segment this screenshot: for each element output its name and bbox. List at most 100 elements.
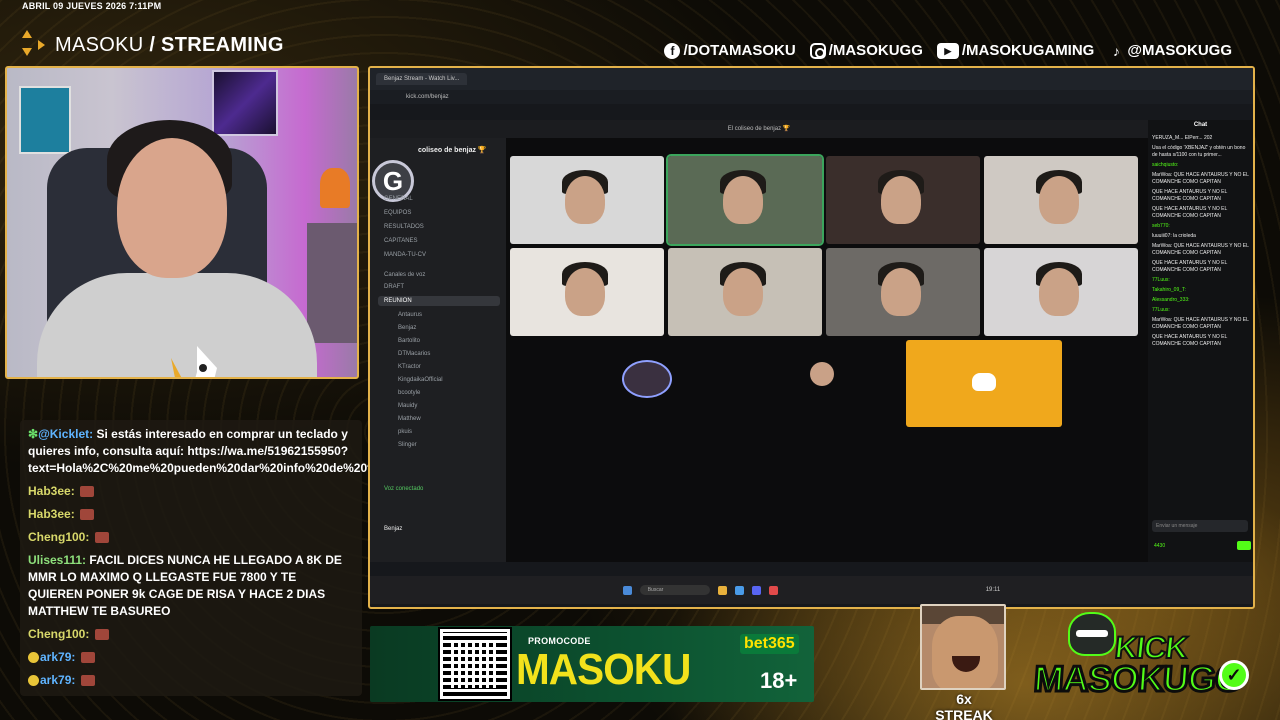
avatar[interactable]: [622, 360, 672, 398]
shelf: [307, 223, 357, 343]
promo-banner: PROMOCODE MASOKU bet365 18+: [370, 626, 814, 702]
ninja-mascot-icon: [1068, 612, 1116, 656]
chat-username: Hab3ee:: [28, 484, 75, 498]
social-instagram[interactable]: /MASOKUGG: [809, 42, 923, 59]
kick-chat-input[interactable]: Enviar un mensaje: [1152, 520, 1248, 532]
channel-resultados[interactable]: RESULTADOS: [384, 224, 424, 230]
qr-code: [438, 627, 512, 701]
chat-username: Ulises111:: [28, 553, 87, 567]
video-tile[interactable]: [826, 156, 980, 244]
kick-chat-line: saichqiusto:: [1152, 162, 1179, 168]
streak-label: 6x STREAK: [935, 691, 993, 720]
chat-username: Cheng100:: [28, 627, 90, 641]
video-tile[interactable]: [984, 248, 1138, 336]
chat-send-button[interactable]: [1237, 541, 1251, 550]
streamer-face: [117, 138, 227, 278]
kick-chat-header: Chat: [1193, 122, 1208, 128]
browser-tabbar: Benjaz Stream - Watch Liv...: [370, 68, 1253, 90]
taskbar-search[interactable]: Buscar: [639, 585, 710, 595]
date-time: ABRIL 09 JUEVES 2026 7:11PM: [22, 1, 162, 11]
kick-chat-panel: Chat YERUZA_M... ElPerr... 202 Usa el có…: [1148, 120, 1253, 562]
member-item[interactable]: Matthew: [398, 416, 421, 422]
emote-icon: [80, 486, 95, 498]
kick-chat-line: YERUZA_M... ElPerr... 202: [1152, 135, 1213, 141]
chat-message: Cheng100:: [28, 529, 354, 546]
address-bar[interactable]: kick.com/benjaz: [370, 90, 1253, 104]
member-item[interactable]: DTMacarios: [398, 351, 430, 357]
avatar[interactable]: [810, 362, 834, 386]
member-item[interactable]: Benjaz: [398, 325, 416, 331]
voice-channel-draft[interactable]: DRAFT: [384, 284, 404, 290]
channel-manda-tu-cv[interactable]: MANDA-TU-CV: [384, 252, 426, 258]
video-tile[interactable]: [510, 248, 664, 336]
social-links: f/DOTAMASOKU /MASOKUGG ▶/MASOKUGAMING ♪ @…: [664, 42, 1232, 59]
discord-title: El coliseo de benjaz 🏆: [370, 120, 1148, 138]
video-tile[interactable]: [666, 154, 824, 246]
voice-status: Voz conectado: [384, 486, 424, 492]
emote-icon: [80, 675, 95, 687]
bookmaker-name: bet365: [744, 635, 795, 652]
smiley-badge-icon: [28, 675, 39, 687]
kick-chat-line: Takahiro_09_T:: [1152, 287, 1186, 293]
chat-message: Hab3ee:: [28, 483, 354, 500]
member-item[interactable]: KingdaikaOfficial: [398, 377, 443, 383]
chat-username: ark79:: [40, 650, 76, 664]
member-item[interactable]: bcootyle: [398, 390, 420, 396]
verified-check-icon: ✓: [1219, 660, 1249, 690]
member-item[interactable]: Bartolito: [398, 338, 420, 344]
member-item[interactable]: Mauidy: [398, 403, 417, 409]
viewer-count: 4430: [1154, 543, 1166, 549]
facebook-icon: f: [664, 42, 681, 59]
video-tile[interactable]: [510, 156, 664, 244]
social-youtube[interactable]: ▶/MASOKUGAMING: [936, 42, 1094, 59]
promo-code: MASOKU: [516, 645, 691, 694]
emote-icon: [80, 652, 95, 664]
video-tile[interactable]: [668, 248, 822, 336]
masoku-logo-icon: [22, 30, 48, 56]
emote-icon: [80, 509, 95, 521]
social-tiktok[interactable]: ♪ @MASOKUGG: [1108, 42, 1232, 59]
brand-name: MASOKU: [55, 34, 144, 56]
channel-general[interactable]: GENERAL: [384, 196, 413, 202]
chat-message: ark79:: [28, 649, 354, 666]
screen-capture: Benjaz Stream - Watch Liv... kick.com/be…: [368, 66, 1255, 609]
chat-message: Hab3ee:: [28, 506, 354, 523]
file-explorer-icon[interactable]: [717, 585, 727, 595]
video-tile[interactable]: [826, 248, 980, 336]
bet365-logo: bet365: [740, 634, 799, 654]
voice-channel-reunion[interactable]: REUNION: [378, 296, 500, 306]
age-restriction: 18+: [760, 668, 798, 693]
wall-poster: [212, 70, 278, 136]
discord-taskbar-icon[interactable]: [751, 585, 761, 595]
browser-tab[interactable]: Benjaz Stream - Watch Liv...: [376, 73, 468, 85]
kick-chat-line: QUE HACE ANTAURUS Y NO EL COMANCHE COMO …: [1152, 206, 1228, 219]
discord-icon: [972, 373, 996, 391]
taskbar-clock: 19:11: [985, 587, 1001, 593]
toy-figure: [320, 168, 350, 208]
member-item[interactable]: pkuis: [398, 429, 412, 435]
member-item[interactable]: Slinger: [398, 442, 417, 448]
windows-start-icon[interactable]: [622, 585, 632, 595]
masoku-badge-icon: [171, 346, 217, 377]
channel-capitanes[interactable]: CAPITANES: [384, 238, 418, 244]
video-grid: [506, 138, 1148, 562]
kick-chat-line: 77Luus:: [1152, 277, 1170, 283]
streak-image: [920, 604, 1006, 690]
current-user[interactable]: Benjaz: [384, 526, 402, 532]
discord-placeholder-tile[interactable]: [906, 340, 1062, 427]
chrome-icon[interactable]: [734, 585, 744, 595]
kick-chat-line: luuuiii07: la crioleda: [1152, 233, 1196, 239]
sparkle-icon: ❇: [28, 427, 39, 441]
kick-chat-line: Usa el código 'XBENJAZ' y obtén un bono …: [1152, 145, 1246, 158]
app-icon[interactable]: [768, 585, 778, 595]
kick-chat-line: Alessandro_333:: [1152, 297, 1190, 303]
chat-message: ❇@Kicklet: Si estás interesado en compra…: [28, 426, 416, 477]
member-item[interactable]: KTractor: [398, 364, 421, 370]
social-facebook[interactable]: f/DOTAMASOKU: [664, 42, 796, 59]
kick-chat-line: QUE HACE ANTAURUS Y NO EL COMANCHE COMO …: [1152, 334, 1228, 347]
video-tile[interactable]: [984, 156, 1138, 244]
smiley-badge-icon: [28, 652, 39, 664]
member-item[interactable]: Antaurus: [398, 312, 422, 318]
channel-equipos[interactable]: EQUIPOS: [384, 210, 411, 216]
server-name[interactable]: coliseo de benjaz 🏆: [418, 146, 487, 154]
